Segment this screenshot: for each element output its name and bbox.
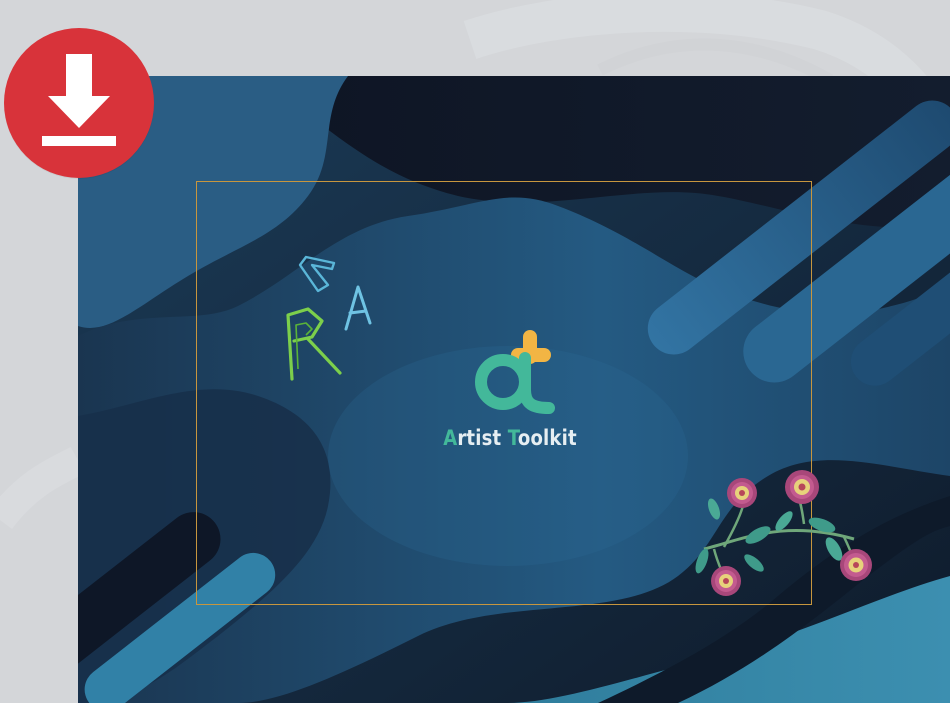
logo-initial-a: A bbox=[443, 426, 458, 450]
artist-toolkit-cover: Artist Toolkit bbox=[78, 76, 950, 703]
logo-initial-t: T bbox=[507, 426, 518, 450]
logo-word-toolkit: oolkit bbox=[517, 426, 577, 450]
logo-word-artist: rtist bbox=[457, 426, 508, 450]
artist-toolkit-logo: Artist Toolkit bbox=[430, 328, 590, 450]
decorative-letters-icon bbox=[286, 255, 372, 381]
download-button[interactable] bbox=[4, 28, 154, 178]
logo-wordmark: Artist Toolkit bbox=[441, 426, 579, 450]
floral-embroidery-icon bbox=[695, 470, 872, 596]
artist-toolkit-logo-icon bbox=[475, 330, 555, 414]
download-icon bbox=[42, 54, 116, 146]
